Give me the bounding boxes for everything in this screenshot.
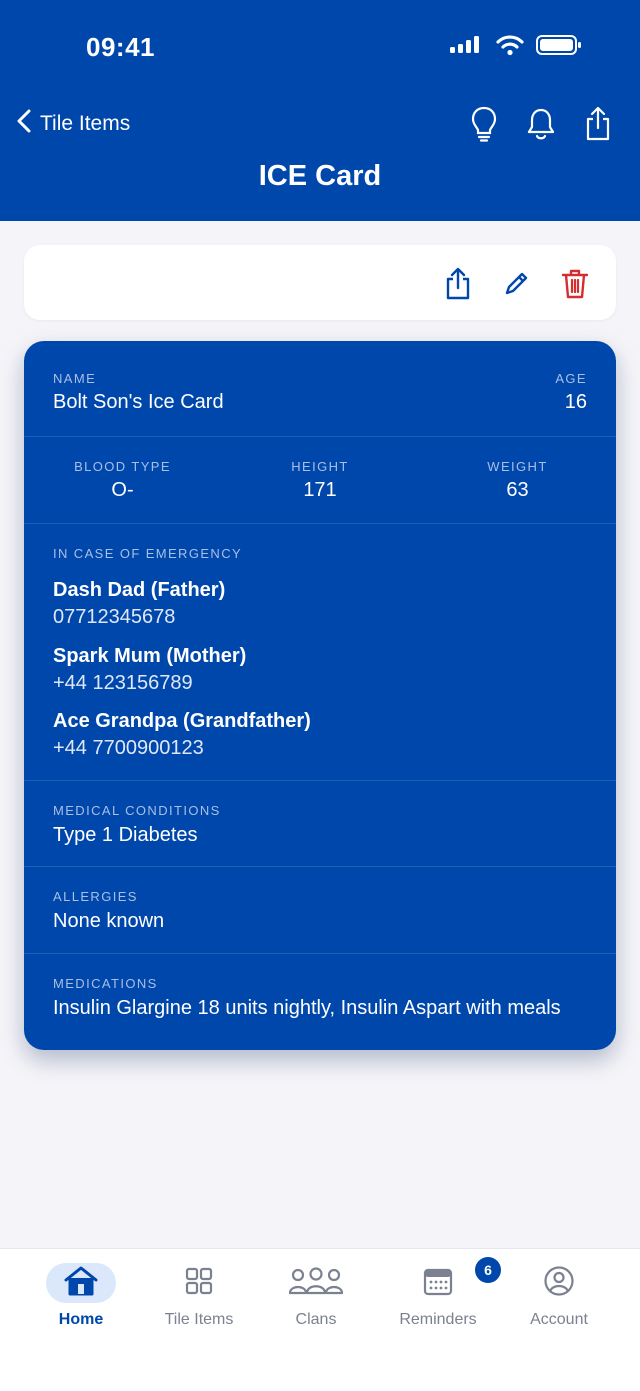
age-label: AGE <box>555 371 587 386</box>
share-icon[interactable] <box>584 106 612 142</box>
emergency-label: IN CASE OF EMERGENCY <box>53 546 243 561</box>
lightbulb-icon[interactable] <box>470 106 498 142</box>
contact-phone[interactable]: 07712345678 <box>53 606 225 629</box>
card-name: Bolt Son's Ice Card <box>53 391 224 413</box>
allergies-label: ALLERGIES <box>53 889 138 904</box>
home-icon <box>63 1265 99 1302</box>
contact-name: Ace Grandpa (Grandfather) <box>53 710 311 732</box>
tab-label: Reminders <box>399 1311 477 1328</box>
account-icon <box>543 1265 575 1302</box>
share-card-icon[interactable] <box>444 267 472 301</box>
tab-clans[interactable]: Clans <box>256 1263 376 1329</box>
tab-label: Home <box>58 1311 104 1328</box>
wifi-icon <box>496 34 524 61</box>
allergies-value: None known <box>53 910 165 932</box>
people-icon <box>288 1266 344 1301</box>
blood-type-value: O- <box>111 479 134 501</box>
tab-bar: Home Tile Items Clans 6 Reminders Accoun… <box>0 1248 640 1391</box>
contact-item: Ace Grandpa (Grandfather) +44 7700900123 <box>53 710 311 760</box>
contact-phone[interactable]: +44 7700900123 <box>53 737 311 760</box>
age-block: AGE 16 <box>555 371 587 414</box>
age-value: 16 <box>564 391 587 413</box>
height-value: 171 <box>303 479 337 501</box>
tab-reminders[interactable]: 6 Reminders <box>378 1257 501 1329</box>
contact-phone[interactable]: +44 123156789 <box>53 672 246 695</box>
tab-account[interactable]: Account <box>499 1263 619 1329</box>
header-actions <box>470 106 612 142</box>
contact-name: Spark Mum (Mother) <box>53 645 247 667</box>
contact-name: Dash Dad (Father) <box>53 579 226 601</box>
grid-icon <box>184 1266 214 1301</box>
medications-label: MEDICATIONS <box>53 976 158 991</box>
weight-block: WEIGHT 63 <box>419 459 616 502</box>
chevron-left-icon <box>16 108 32 140</box>
tab-label: Tile Items <box>164 1311 234 1328</box>
blood-type-block: BLOOD TYPE O- <box>24 459 221 502</box>
tab-label: Clans <box>295 1311 337 1328</box>
bell-icon[interactable] <box>526 107 556 141</box>
ice-card: NAME Bolt Son's Ice Card AGE 16 BLOOD TY… <box>24 341 616 1050</box>
edit-pencil-icon[interactable] <box>502 270 530 298</box>
status-icons <box>450 34 582 61</box>
calendar-icon <box>423 1266 453 1301</box>
emergency-section: IN CASE OF EMERGENCY Dash Dad (Father) 0… <box>24 523 616 780</box>
height-label: HEIGHT <box>291 459 349 474</box>
vitals-section: BLOOD TYPE O- HEIGHT 171 WEIGHT 63 <box>24 436 616 523</box>
back-button[interactable]: Tile Items <box>16 108 130 140</box>
page-title: ICE Card <box>258 160 382 192</box>
name-label: NAME <box>53 371 97 386</box>
status-time: 09:41 <box>86 32 155 62</box>
reminders-badge: 6 <box>475 1257 501 1283</box>
app-header: 09:41 Tile Items ICE Card <box>0 0 640 221</box>
medications-value: Insulin Glargine 18 units nightly, Insul… <box>53 997 561 1019</box>
trash-icon[interactable] <box>560 268 590 300</box>
back-label: Tile Items <box>40 112 131 135</box>
battery-icon <box>536 34 582 61</box>
card-toolbar <box>24 245 616 320</box>
conditions-value: Type 1 Diabetes <box>53 824 198 846</box>
weight-label: WEIGHT <box>487 459 548 474</box>
allergies-section: ALLERGIES None known <box>24 866 616 953</box>
medications-section: MEDICATIONS Insulin Glargine 18 units ni… <box>24 953 616 1050</box>
tab-tile-items[interactable]: Tile Items <box>139 1263 259 1329</box>
contact-item: Dash Dad (Father) 07712345678 <box>53 579 225 629</box>
conditions-section: MEDICAL CONDITIONS Type 1 Diabetes <box>24 780 616 866</box>
weight-value: 63 <box>506 479 529 501</box>
tab-label: Account <box>530 1311 588 1328</box>
conditions-label: MEDICAL CONDITIONS <box>53 803 221 818</box>
height-block: HEIGHT 171 <box>221 459 419 502</box>
contact-item: Spark Mum (Mother) +44 123156789 <box>53 645 246 695</box>
name-block: NAME Bolt Son's Ice Card <box>53 371 224 414</box>
tab-home[interactable]: Home <box>21 1263 141 1329</box>
signal-icon <box>450 35 484 60</box>
blood-type-label: BLOOD TYPE <box>74 459 171 474</box>
